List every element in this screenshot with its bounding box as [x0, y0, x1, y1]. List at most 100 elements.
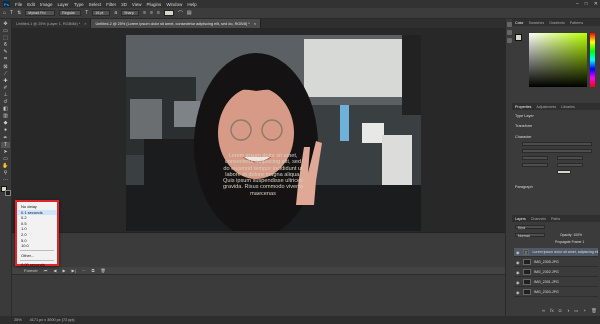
frame-tool-icon[interactable]: ⊠ — [1, 64, 10, 71]
layer-row[interactable]: ◉ IMG_2301.JPG — [514, 278, 598, 287]
menu-type[interactable]: Type — [74, 2, 84, 7]
document-canvas[interactable]: Lorem ipsum dolor sit amet, consectetur … — [126, 35, 421, 231]
close-tab-icon[interactable]: × — [254, 22, 256, 26]
tab-color[interactable]: Color — [515, 21, 524, 25]
play-icon[interactable]: ▶ — [62, 268, 65, 273]
warp-text-icon[interactable]: ⌒ — [178, 10, 183, 17]
font-style-field[interactable] — [522, 149, 592, 153]
align-left-icon[interactable]: ≡ — [143, 10, 146, 16]
background-color-swatch[interactable] — [4, 190, 11, 197]
path-selection-tool-icon[interactable]: ➤ — [1, 149, 10, 156]
visibility-eye-icon[interactable]: ◉ — [516, 250, 520, 255]
visibility-eye-icon[interactable]: ◉ — [516, 280, 520, 285]
character-color-swatch[interactable] — [557, 170, 571, 174]
menu-3d[interactable]: 3D — [121, 2, 127, 7]
layer-row[interactable]: ◉ IMG_2303.JPG — [514, 288, 598, 297]
menu-help[interactable]: Help — [187, 2, 196, 7]
menu-file[interactable]: File — [15, 2, 22, 7]
antialias-select[interactable]: Sharp — [121, 10, 140, 16]
trash-icon[interactable]: 🗑 — [591, 308, 597, 314]
tab-gradients[interactable]: Gradients — [549, 21, 565, 25]
type-tool-icon[interactable]: T — [1, 141, 10, 149]
menu-image[interactable]: Image — [40, 2, 53, 7]
tab-libraries[interactable]: Libraries — [561, 105, 575, 109]
font-size-field[interactable] — [522, 156, 548, 160]
previous-frame-icon[interactable]: ◀ — [53, 268, 56, 273]
artboard-tool-icon[interactable]: ▭ — [1, 28, 10, 35]
lasso-tool-icon[interactable]: ϐ — [1, 42, 10, 49]
visibility-eye-icon[interactable]: ◉ — [516, 260, 520, 265]
adjustment-layer-icon[interactable]: ◑ — [566, 308, 569, 314]
tab-paths[interactable]: Paths — [551, 217, 560, 221]
character-panel-icon[interactable]: ▤ — [187, 10, 192, 16]
document-info[interactable]: 4171 px x 3000 px (72 ppi) — [30, 318, 75, 322]
text-color-swatch[interactable] — [163, 10, 174, 16]
pen-tool-icon[interactable]: ✒ — [1, 135, 10, 142]
section-transform[interactable]: Transform — [512, 124, 600, 128]
crop-tool-icon[interactable]: ⌗ — [1, 56, 10, 63]
menu-filter[interactable]: Filter — [106, 2, 116, 7]
color-panel-swatch[interactable] — [515, 34, 522, 41]
maximize-icon[interactable]: □ — [585, 1, 588, 7]
delete-frame-icon[interactable]: 🗑 — [101, 268, 106, 273]
font-style-select[interactable]: Regular — [59, 10, 82, 16]
blend-mode-select[interactable]: Normal — [515, 233, 545, 238]
gradient-tool-icon[interactable]: ▥ — [1, 113, 10, 120]
zoom-level[interactable]: 25% — [14, 318, 22, 322]
eraser-tool-icon[interactable]: ◧ — [1, 106, 10, 113]
menu-select[interactable]: Select — [89, 2, 102, 7]
new-layer-icon[interactable]: + — [583, 308, 586, 314]
loop-select[interactable]: Forever — [24, 268, 38, 273]
hue-slider[interactable] — [590, 33, 595, 87]
menu-view[interactable]: View — [132, 2, 142, 7]
tab-layers[interactable]: Layers — [515, 217, 526, 221]
delay-option-10-0[interactable]: 10.0 — [17, 243, 57, 249]
tracking-field[interactable] — [557, 163, 583, 167]
brush-tool-icon[interactable]: ✐ — [1, 85, 10, 92]
tab-swatches[interactable]: Swatches — [529, 21, 545, 25]
layer-row[interactable]: ◉ IMG_2305.JPG — [514, 258, 598, 267]
close-icon[interactable]: ✕ — [594, 1, 598, 7]
menu-plugins[interactable]: Plugins — [147, 2, 162, 7]
tab-untitled-1[interactable]: Untitled-1 @ 25% (Layer 1, RGB/8#) * × — [12, 19, 92, 28]
add-mask-icon[interactable]: ◘ — [559, 308, 562, 314]
zoom-tool-icon[interactable]: ⚲ — [1, 170, 10, 177]
more-tools-icon[interactable]: ··· — [1, 177, 10, 184]
kerning-field[interactable] — [522, 163, 548, 167]
section-paragraph[interactable]: Paragraph — [512, 185, 600, 189]
tab-untitled-2[interactable]: Untitled-2 @ 25% (Lorem ipsum dolor sit … — [91, 19, 261, 28]
close-tab-icon[interactable]: × — [84, 22, 86, 26]
tab-properties[interactable]: Properties — [515, 105, 531, 109]
canvas-text-layer[interactable]: Lorem ipsum dolor sit amet, consectetur … — [222, 153, 304, 197]
visibility-eye-icon[interactable]: ◉ — [516, 270, 520, 275]
foreground-background-colors[interactable] — [0, 186, 11, 197]
leading-field[interactable] — [557, 156, 583, 160]
opacity-field[interactable]: Opacity: 100% — [557, 233, 599, 237]
layer-row[interactable]: ◉ IMG_2302.JPG — [514, 268, 598, 277]
dodge-tool-icon[interactable]: ● — [1, 127, 10, 134]
layer-filter-select[interactable]: Kind — [515, 225, 545, 230]
layer-row[interactable]: ◉ T Lorem ipsum dolor sit amet, adipisci… — [514, 248, 598, 257]
link-layers-icon[interactable]: ∞ — [542, 308, 545, 314]
tab-patterns[interactable]: Patterns — [570, 21, 583, 25]
history-brush-tool-icon[interactable]: ↺ — [1, 99, 10, 106]
delay-option-other[interactable]: Other... — [17, 253, 57, 259]
first-frame-icon[interactable]: ⏮ — [44, 268, 48, 273]
visibility-eye-icon[interactable]: ◉ — [516, 290, 520, 295]
fx-icon[interactable]: fx — [550, 308, 554, 314]
menu-edit[interactable]: Edit — [27, 2, 35, 7]
tween-icon[interactable]: ⋯ — [82, 268, 86, 273]
quick-select-tool-icon[interactable]: ✎ — [1, 49, 10, 56]
section-character[interactable]: Character — [512, 135, 600, 139]
healing-brush-tool-icon[interactable]: ✚ — [1, 78, 10, 85]
group-icon[interactable]: ▭ — [574, 308, 578, 314]
blur-tool-icon[interactable]: ◆ — [1, 120, 10, 127]
clone-stamp-tool-icon[interactable]: ⊥ — [1, 92, 10, 99]
font-family-field[interactable] — [522, 142, 592, 146]
menu-layer[interactable]: Layer — [58, 2, 69, 7]
eyedropper-tool-icon[interactable]: ⟋ — [1, 71, 10, 78]
tab-channels[interactable]: Channels — [531, 217, 546, 221]
type-tool-preset-icon[interactable]: T — [10, 10, 13, 16]
propagate-frame-checkbox[interactable]: Propagate Frame 1 — [552, 240, 600, 244]
menu-window[interactable]: Window — [166, 2, 182, 7]
